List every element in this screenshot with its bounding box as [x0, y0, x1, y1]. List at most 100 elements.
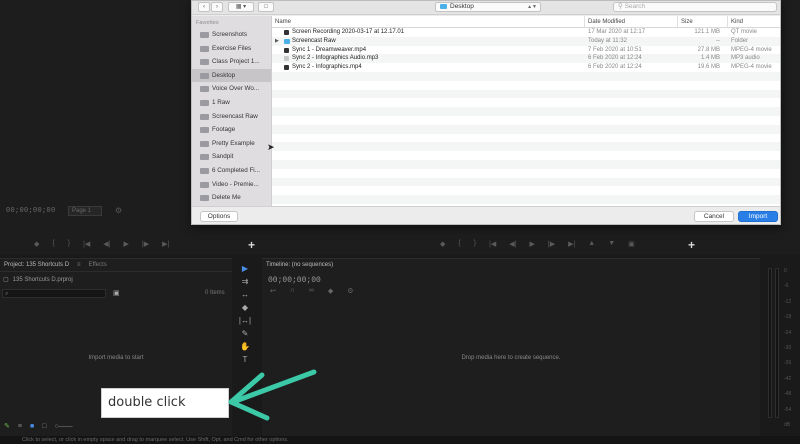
meter-tick: -6 [784, 283, 789, 290]
options-button[interactable]: Options [200, 211, 238, 222]
sidebar-item[interactable]: Delete Me [192, 191, 271, 205]
meter-tick: dB [784, 421, 791, 428]
timeline-settings-icon[interactable]: ⚙ [347, 287, 353, 295]
empty-row [272, 186, 780, 195]
extract-icon[interactable]: ▼ [608, 240, 615, 248]
snap-icon[interactable]: ∩ [290, 287, 295, 295]
import-button[interactable]: Import [738, 211, 778, 222]
linked-selection-icon[interactable]: ∞ [309, 287, 314, 295]
new-bin-icon[interactable]: ▣ [113, 289, 120, 297]
play-icon[interactable]: ▶ [529, 240, 534, 248]
sidebar-item[interactable]: Footage [192, 123, 271, 137]
marker-icon[interactable]: ◆ [34, 240, 39, 248]
pencil-icon[interactable]: ✎ [4, 422, 10, 430]
sidebar-item[interactable]: Video - Premie... [192, 178, 271, 192]
empty-row [272, 159, 780, 169]
in-point-icon[interactable]: { [52, 240, 54, 248]
cancel-button[interactable]: Cancel [694, 211, 734, 222]
in-point-icon[interactable]: { [458, 240, 460, 248]
go-to-in-icon[interactable]: |◀ [489, 240, 496, 248]
file-row[interactable]: Sync 2 - Infographics Audio.mp3 6 Feb 20… [272, 54, 780, 64]
file-row[interactable]: Sync 1 - Dreamweaver.mp4 7 Feb 2020 at 1… [272, 46, 780, 55]
add-marker-icon[interactable]: ◆ [328, 287, 333, 295]
sidebar-item-label: Screenshots [212, 31, 248, 38]
disclosure-triangle-icon[interactable]: ▶ [275, 37, 279, 46]
out-point-icon[interactable]: } [474, 240, 476, 248]
nest-icon[interactable]: ↩ [270, 287, 276, 295]
tab-timeline[interactable]: Timeline: (no sequences) [266, 262, 333, 268]
type-tool-icon[interactable]: T [243, 355, 248, 364]
back-button[interactable]: ‹ [198, 2, 210, 12]
folder-icon [200, 154, 209, 161]
column-name[interactable]: Name [272, 16, 585, 27]
slip-tool-icon[interactable]: |↔| [239, 316, 251, 325]
project-panel-tabs: Project: 135 Shortcuts D ≡ Effects [0, 259, 232, 272]
file-row[interactable]: Screen Recording 2020-03-17 at 12.17.01 … [272, 28, 780, 37]
wrench-icon[interactable]: ⚙ [115, 206, 122, 215]
go-to-out-icon[interactable]: ▶| [162, 240, 169, 248]
sidebar-item[interactable]: Sandpit [192, 150, 271, 164]
fit-select[interactable]: Page 1 [68, 206, 102, 216]
audio-meters [766, 268, 784, 428]
panel-menu-icon[interactable]: ≡ [73, 262, 85, 268]
razor-tool-icon[interactable]: ◆ [242, 303, 248, 312]
hand-tool-icon[interactable]: ✋ [240, 342, 250, 351]
out-point-icon[interactable]: } [68, 240, 70, 248]
project-search-input[interactable]: ⌕ [2, 289, 106, 298]
file-row[interactable]: Sync 2 - Infographics.mp4 6 Feb 2020 at … [272, 63, 780, 72]
drop-media-message[interactable]: Drop media here to create sequence. [262, 355, 760, 361]
track-select-tool-icon[interactable]: ⇉ [242, 277, 249, 286]
sidebar-item[interactable]: Voice Over Wo... [192, 82, 271, 96]
timeline-timecode[interactable]: 00;00;00;00 [268, 276, 321, 285]
icon-view-icon[interactable]: ■ [30, 423, 34, 430]
step-forward-icon[interactable]: |▶ [548, 240, 555, 248]
file-date: 6 Feb 2020 at 12:24 [588, 55, 642, 62]
file-name: Sync 2 - Infographics Audio.mp3 [292, 55, 379, 62]
go-to-in-icon[interactable]: |◀ [83, 240, 90, 248]
tab-project[interactable]: Project: 135 Shortcuts D [0, 262, 73, 268]
location-select[interactable]: Desktop ▲▼ [435, 2, 541, 12]
items-count: 0 Items [205, 290, 225, 296]
marker-icon[interactable]: ◆ [440, 240, 445, 248]
play-icon[interactable]: ▶ [123, 240, 128, 248]
sidebar-item[interactable]: 6 Completed Fi... [192, 164, 271, 178]
export-frame-icon[interactable]: ▣ [628, 240, 635, 248]
source-timecode[interactable]: 00;00;00;00 [6, 207, 56, 215]
source-button-editor-icon[interactable]: + [248, 238, 255, 252]
program-button-editor-icon[interactable]: + [688, 238, 695, 252]
import-media-message[interactable]: Import media to start [0, 355, 232, 361]
pen-tool-icon[interactable]: ✎ [242, 329, 249, 338]
freeform-view-icon[interactable]: □ [42, 423, 46, 430]
column-kind[interactable]: Kind [728, 16, 780, 27]
sidebar-item[interactable]: Class Project 1... [192, 55, 271, 69]
view-mode-button[interactable]: ▦ ▾ [228, 2, 254, 12]
column-date-modified[interactable]: Date Modified [585, 16, 678, 27]
lift-icon[interactable]: ▲ [588, 240, 595, 248]
column-size[interactable]: Size [678, 16, 728, 27]
folder-row[interactable]: ▶ Screencast Raw Today at 11:32 -- Folder [272, 36, 780, 46]
list-view-icon[interactable]: ≡ [18, 423, 22, 430]
step-back-icon[interactable]: ◀| [509, 240, 516, 248]
selection-tool-icon[interactable]: ▶ [242, 264, 248, 273]
movie-icon [284, 30, 289, 35]
sidebar-item-label: Pretty Example [212, 139, 255, 147]
new-folder-button[interactable]: □ [258, 2, 274, 12]
sidebar-item[interactable]: Exercise Files [192, 42, 271, 56]
step-back-icon[interactable]: ◀| [103, 240, 110, 248]
sidebar-item-label: Delete Me [212, 194, 241, 202]
search-input[interactable]: ⚲ Search [613, 2, 777, 12]
sidebar-item[interactable]: Screencast Raw [192, 110, 271, 124]
sidebar-item[interactable]: Pretty Example [192, 137, 271, 151]
sidebar-item[interactable]: Screenshots [192, 28, 271, 42]
sidebar-item[interactable]: 1 Raw [192, 96, 271, 110]
ripple-edit-tool-icon[interactable]: ↔ [241, 290, 249, 299]
zoom-slider[interactable]: ○—— [54, 423, 72, 430]
sidebar-item-desktop[interactable]: Desktop [192, 68, 271, 83]
location-label: Desktop [450, 3, 474, 10]
forward-button[interactable]: › [211, 2, 223, 12]
tab-effects[interactable]: Effects [85, 262, 111, 268]
empty-row [272, 107, 780, 116]
step-forward-icon[interactable]: |▶ [142, 240, 149, 248]
go-to-out-icon[interactable]: ▶| [568, 240, 575, 248]
meter-tick: -48 [784, 391, 792, 398]
